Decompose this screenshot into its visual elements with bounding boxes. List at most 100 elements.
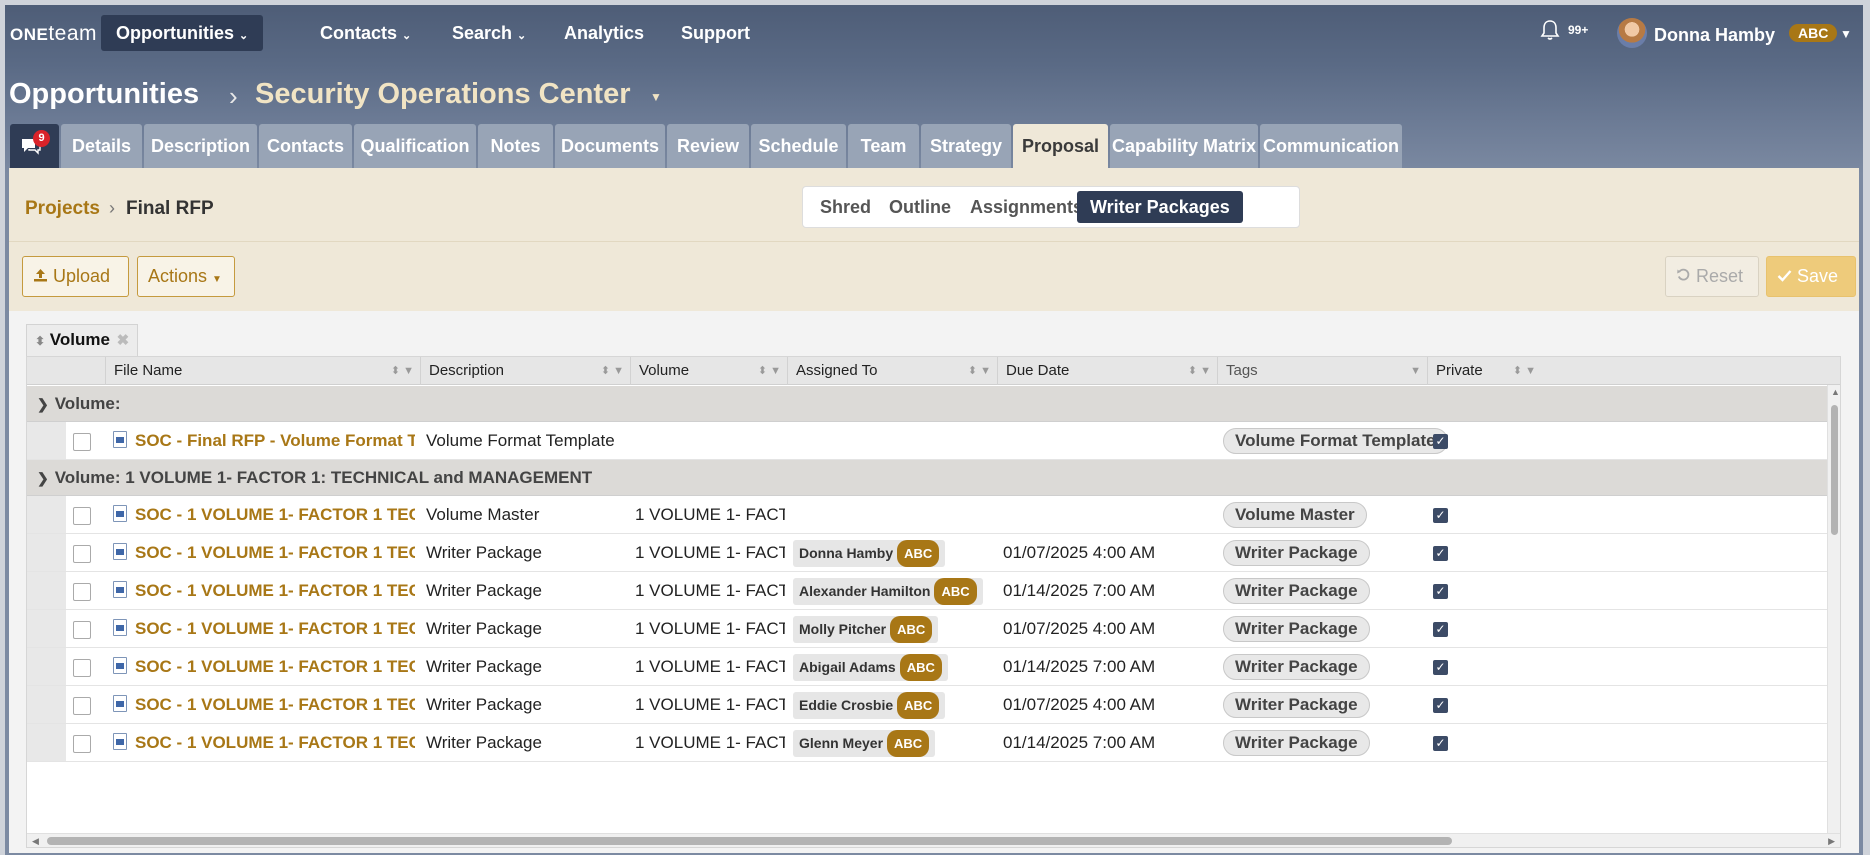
nav-opportunities[interactable]: Opportunities ⌄	[101, 15, 264, 51]
group-by-chip[interactable]: ⬍ Volume ✖	[26, 324, 139, 356]
assignee-chip[interactable]: Glenn Meyer ABC	[793, 730, 936, 757]
row-checkbox[interactable]	[73, 583, 91, 601]
header-file-name[interactable]: File Name ⬍ ▼	[105, 357, 420, 385]
avatar[interactable]	[1617, 18, 1647, 48]
private-checkbox[interactable]: ✓	[1433, 434, 1448, 449]
tab-notes[interactable]: Notes	[478, 124, 553, 168]
user-name[interactable]: Donna Hamby	[1654, 25, 1775, 46]
sort-filter-icon[interactable]: ⬍ ▼	[1513, 357, 1536, 385]
file-name-link[interactable]: SOC - Final RFP - Volume Format Tem...	[135, 422, 415, 460]
nav-contacts[interactable]: Contacts ⌄	[305, 15, 426, 51]
private-checkbox[interactable]: ✓	[1433, 660, 1448, 675]
horizontal-scroll-thumb[interactable]	[47, 837, 1452, 845]
private-checkbox[interactable]: ✓	[1433, 698, 1448, 713]
row-checkbox[interactable]	[73, 433, 91, 451]
assignee-chip[interactable]: Abigail Adams ABC	[793, 654, 948, 681]
private-checkbox[interactable]: ✓	[1433, 584, 1448, 599]
tag-pill[interactable]: Volume Master	[1223, 502, 1367, 528]
project-title[interactable]: Security Operations Center	[255, 78, 631, 111]
assignee-chip[interactable]: Molly Pitcher ABC	[793, 616, 939, 643]
file-name-link[interactable]: SOC - 1 VOLUME 1- FACTOR 1 TECHNI...	[135, 496, 415, 534]
file-name-link[interactable]: SOC - 1 VOLUME 1- FACTOR 1 TECHNI...	[135, 610, 415, 648]
header-private[interactable]: Private ⬍ ▼	[1427, 357, 1542, 385]
oneteam-logo[interactable]: ONEteam	[10, 22, 97, 46]
group-row[interactable]: ❯ Volume: 1 VOLUME 1- FACTOR 1: TECHNICAL…	[27, 460, 1829, 496]
row-checkbox[interactable]	[73, 621, 91, 639]
sort-filter-icon[interactable]: ⬍ ▼	[758, 357, 781, 385]
row-checkbox[interactable]	[73, 545, 91, 563]
tab-team[interactable]: Team	[848, 124, 919, 168]
assignee-chip[interactable]: Alexander Hamilton ABC	[793, 578, 983, 605]
sort-filter-icon[interactable]: ⬍ ▼	[1188, 357, 1211, 385]
subtab-outline[interactable]: Outline	[876, 191, 964, 223]
tab-strategy[interactable]: Strategy	[921, 124, 1011, 168]
tag-pill[interactable]: Writer Package	[1223, 692, 1370, 718]
subtab-shred[interactable]: Shred	[807, 191, 884, 223]
sort-icon[interactable]: ⬍	[35, 334, 45, 348]
notification-count[interactable]: 99+	[1568, 23, 1588, 37]
scroll-up-arrow[interactable]: ▲	[1831, 387, 1840, 397]
tag-pill[interactable]: Writer Package	[1223, 540, 1370, 566]
subtab-assignments[interactable]: Assignments	[957, 191, 1096, 223]
close-icon[interactable]: ✖	[117, 332, 130, 349]
subtab-writer-packages[interactable]: Writer Packages	[1077, 191, 1243, 223]
tab-details[interactable]: Details	[61, 124, 142, 168]
tab-documents[interactable]: Documents	[555, 124, 665, 168]
chevron-down-icon[interactable]: ❯	[37, 470, 49, 486]
tab-schedule[interactable]: Schedule	[751, 124, 846, 168]
private-checkbox[interactable]: ✓	[1433, 546, 1448, 561]
sort-filter-icon[interactable]: ⬍ ▼	[391, 357, 414, 385]
nav-search[interactable]: Search ⌄	[437, 15, 541, 51]
table-row[interactable]: SOC - 1 VOLUME 1- FACTOR 1 TECHNI... Wri…	[27, 610, 1829, 648]
tab-qualification[interactable]: Qualification	[354, 124, 476, 168]
chevron-down-icon[interactable]: ❯	[37, 396, 49, 412]
file-name-link[interactable]: SOC - 1 VOLUME 1- FACTOR 1 TECHNI...	[135, 648, 415, 686]
reset-button[interactable]: Reset	[1665, 256, 1759, 297]
table-row[interactable]: SOC - 1 VOLUME 1- FACTOR 1 TECHNI... Wri…	[27, 724, 1829, 762]
vertical-scrollbar[interactable]: ▲	[1827, 385, 1840, 833]
page-title[interactable]: Opportunities	[9, 78, 199, 111]
assignee-chip[interactable]: Donna Hamby ABC	[793, 540, 946, 567]
save-button[interactable]: Save	[1766, 256, 1856, 297]
tag-pill[interactable]: Writer Package	[1223, 654, 1370, 680]
table-row[interactable]: SOC - 1 VOLUME 1- FACTOR 1 TECHNI... Vol…	[27, 496, 1829, 534]
row-checkbox[interactable]	[73, 659, 91, 677]
tab-review[interactable]: Review	[667, 124, 749, 168]
table-row[interactable]: SOC - 1 VOLUME 1- FACTOR 1 TECHNI... Wri…	[27, 534, 1829, 572]
header-due-date[interactable]: Due Date ⬍ ▼	[997, 357, 1217, 385]
tab-capability-matrix[interactable]: Capability Matrix	[1110, 124, 1258, 168]
header-description[interactable]: Description ⬍ ▼	[420, 357, 630, 385]
actions-button[interactable]: Actions ▼	[137, 256, 235, 297]
private-checkbox[interactable]: ✓	[1433, 622, 1448, 637]
row-checkbox[interactable]	[73, 507, 91, 525]
row-checkbox[interactable]	[73, 697, 91, 715]
table-row[interactable]: SOC - 1 VOLUME 1- FACTOR 1 TECHNI... Wri…	[27, 572, 1829, 610]
group-row[interactable]: ❯ Volume:	[27, 386, 1829, 422]
header-assigned-to[interactable]: Assigned To ⬍ ▼	[787, 357, 997, 385]
file-name-link[interactable]: SOC - 1 VOLUME 1- FACTOR 1 TECHNI...	[135, 572, 415, 610]
tab-proposal[interactable]: Proposal	[1013, 124, 1108, 168]
scroll-right-arrow[interactable]: ▶	[1828, 836, 1835, 847]
row-checkbox[interactable]	[73, 735, 91, 753]
tag-pill[interactable]: Writer Package	[1223, 578, 1370, 604]
horizontal-scrollbar[interactable]: ◀ ▶	[27, 833, 1840, 847]
nav-support[interactable]: Support	[666, 15, 765, 51]
file-name-link[interactable]: SOC - 1 VOLUME 1- FACTOR 1 TECHNI...	[135, 686, 415, 724]
header-tags[interactable]: Tags ▼	[1217, 357, 1427, 385]
chat-tab[interactable]: 9	[10, 124, 59, 168]
sort-filter-icon[interactable]: ⬍ ▼	[968, 357, 991, 385]
tab-description[interactable]: Description	[144, 124, 257, 168]
file-name-link[interactable]: SOC - 1 VOLUME 1- FACTOR 1 TECHNI...	[135, 724, 415, 762]
header-volume[interactable]: Volume ⬍ ▼	[630, 357, 787, 385]
private-checkbox[interactable]: ✓	[1433, 508, 1448, 523]
table-row[interactable]: SOC - 1 VOLUME 1- FACTOR 1 TECHNI... Wri…	[27, 648, 1829, 686]
caret-down-icon[interactable]: ▼	[650, 90, 662, 104]
tab-contacts[interactable]: Contacts	[259, 124, 352, 168]
nav-analytics[interactable]: Analytics	[549, 15, 659, 51]
tag-pill[interactable]: Volume Format Template	[1223, 428, 1448, 454]
scroll-left-arrow[interactable]: ◀	[32, 836, 39, 847]
table-row[interactable]: SOC - Final RFP - Volume Format Tem... V…	[27, 422, 1829, 460]
sort-filter-icon[interactable]: ⬍ ▼	[601, 357, 624, 385]
tag-pill[interactable]: Writer Package	[1223, 730, 1370, 756]
bell-icon[interactable]	[1540, 19, 1560, 47]
